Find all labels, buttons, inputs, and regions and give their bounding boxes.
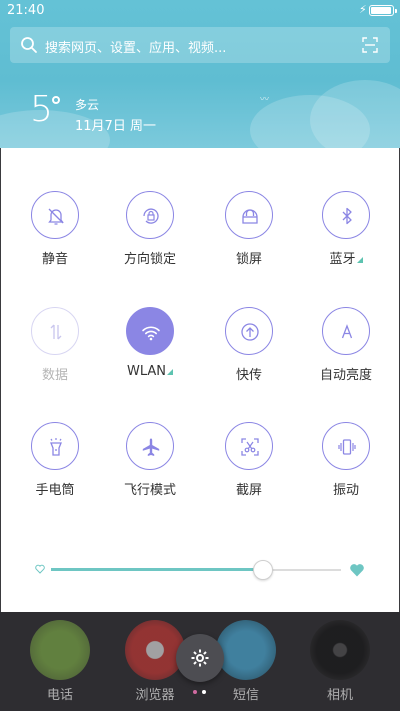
page-dot-current bbox=[202, 690, 206, 694]
search-bar[interactable]: 搜索网页、设置、应用、视频... bbox=[10, 27, 390, 63]
battery-level-fill bbox=[371, 7, 391, 14]
toggle-label: 数据 bbox=[10, 364, 100, 383]
toggle-button[interactable] bbox=[322, 191, 370, 239]
bird-decoration-icon: 〰 bbox=[260, 95, 270, 105]
phone-icon[interactable] bbox=[30, 620, 90, 680]
toggle-label-text: 蓝牙 bbox=[329, 252, 356, 267]
toggle-tile-flashlight[interactable]: 手电筒 bbox=[10, 422, 100, 512]
settings-button[interactable] bbox=[176, 634, 224, 682]
toggle-button[interactable] bbox=[225, 422, 273, 470]
quick-transfer-icon bbox=[241, 323, 259, 341]
temperature: 5 bbox=[30, 89, 53, 130]
toggle-label: 自动亮度 bbox=[301, 364, 391, 383]
toggle-tile-bluetooth[interactable]: 蓝牙 bbox=[301, 191, 391, 281]
toggle-label-text: 振动 bbox=[332, 483, 359, 498]
lock-icon bbox=[242, 209, 258, 224]
toggle-tile-quick-transfer[interactable]: 快传 bbox=[204, 307, 294, 397]
toggle-tile-airplane[interactable]: 飞行模式 bbox=[105, 422, 195, 512]
toggle-label: 方向锁定 bbox=[105, 248, 195, 267]
vibrate-icon bbox=[338, 439, 356, 455]
toggle-tile-lock[interactable]: 锁屏 bbox=[204, 191, 294, 281]
screenshot-icon bbox=[241, 438, 259, 456]
brightness-low-icon bbox=[35, 564, 45, 574]
mobile-data-icon bbox=[50, 324, 62, 340]
brightness-slider[interactable] bbox=[31, 558, 371, 582]
page-dot bbox=[193, 690, 197, 694]
toggle-label-text: WLAN bbox=[126, 364, 166, 379]
toggle-label-text: 截屏 bbox=[235, 483, 262, 498]
search-placeholder: 搜索网页、设置、应用、视频... bbox=[45, 41, 227, 56]
weather-condition: 多云 bbox=[75, 98, 100, 112]
toggle-button[interactable] bbox=[322, 307, 370, 355]
airplane-icon bbox=[142, 438, 160, 456]
toggle-label-text: 数据 bbox=[41, 368, 68, 383]
wifi-icon bbox=[142, 326, 160, 341]
toggle-label: 锁屏 bbox=[204, 248, 294, 267]
toggle-button[interactable] bbox=[31, 422, 79, 470]
dock-label-camera: 相机 bbox=[326, 688, 353, 703]
scan-icon[interactable] bbox=[362, 37, 378, 53]
toggle-button[interactable] bbox=[225, 191, 273, 239]
status-bar: 21:40 ⚡ bbox=[0, 0, 400, 22]
toggle-label: 蓝牙 bbox=[301, 248, 391, 267]
toggle-button[interactable] bbox=[31, 191, 79, 239]
flashlight-icon bbox=[50, 438, 62, 456]
dock-label-messages: 短信 bbox=[232, 688, 259, 703]
bell-off-icon bbox=[48, 208, 64, 225]
toggle-tile-vibrate[interactable]: 振动 bbox=[301, 422, 391, 512]
weather-date: 11月7日 周一 bbox=[75, 119, 156, 134]
bluetooth-icon bbox=[342, 207, 352, 225]
more-options-marker bbox=[167, 369, 173, 375]
toggle-label: WLAN bbox=[105, 364, 195, 379]
toggle-label: 飞行模式 bbox=[105, 479, 195, 498]
toggle-button[interactable] bbox=[31, 307, 79, 355]
control-center-panel: 静音 方向锁定 锁屏 蓝牙数据 WLAN 快传 自动亮度手电筒 飞行模式 截屏 振动 bbox=[1, 148, 399, 612]
toggle-button[interactable] bbox=[126, 191, 174, 239]
more-options-marker bbox=[356, 257, 363, 263]
battery-icon bbox=[369, 5, 397, 16]
brightness-thumb[interactable] bbox=[252, 560, 273, 580]
toggle-label-text: 自动亮度 bbox=[319, 368, 372, 383]
toggle-label: 快传 bbox=[204, 364, 294, 383]
status-time: 21:40 bbox=[7, 3, 45, 18]
dock-label-phone: 电话 bbox=[46, 688, 73, 703]
toggle-tile-auto-brightness[interactable]: 自动亮度 bbox=[301, 307, 391, 397]
toggle-tile-rotation-lock[interactable]: 方向锁定 bbox=[105, 191, 195, 281]
weather-header: 21:40 ⚡ 搜索网页、设置、应用、视频... 5 多云 11月7日 周一 〰 bbox=[0, 0, 400, 148]
gear-icon bbox=[191, 649, 209, 667]
toggle-label-text: 快传 bbox=[235, 368, 262, 383]
toggle-tile-wifi[interactable]: WLAN bbox=[105, 307, 195, 397]
toggle-label-text: 手电筒 bbox=[35, 483, 75, 498]
messages-icon[interactable] bbox=[216, 620, 276, 680]
toggle-button[interactable] bbox=[322, 422, 370, 470]
toggle-label: 截屏 bbox=[204, 479, 294, 498]
charging-icon: ⚡ bbox=[359, 3, 367, 16]
toggle-tile-screenshot[interactable]: 截屏 bbox=[204, 422, 294, 512]
toggle-label-text: 飞行模式 bbox=[123, 483, 176, 498]
toggle-label-text: 静音 bbox=[41, 252, 68, 267]
browser-icon[interactable] bbox=[125, 620, 185, 680]
search-icon bbox=[21, 37, 37, 53]
toggle-label: 手电筒 bbox=[10, 479, 100, 498]
dock-label-browser: 浏览器 bbox=[135, 688, 175, 703]
toggle-label-text: 方向锁定 bbox=[123, 252, 176, 267]
toggle-button[interactable] bbox=[126, 422, 174, 470]
toggle-label-text: 锁屏 bbox=[235, 252, 262, 267]
toggle-button[interactable] bbox=[126, 307, 174, 355]
toggle-button[interactable] bbox=[225, 307, 273, 355]
toggle-label: 振动 bbox=[301, 479, 391, 498]
brightness-high-icon bbox=[350, 564, 364, 577]
rotation-lock-icon bbox=[143, 208, 159, 224]
brightness-fill bbox=[51, 568, 263, 571]
auto-brightness-icon bbox=[341, 324, 353, 339]
toggle-tile-mobile-data[interactable]: 数据 bbox=[10, 307, 100, 397]
camera-icon[interactable] bbox=[310, 620, 370, 680]
toggle-tile-bell-off[interactable]: 静音 bbox=[10, 191, 100, 281]
toggle-label: 静音 bbox=[10, 248, 100, 267]
degree-icon bbox=[52, 96, 60, 104]
